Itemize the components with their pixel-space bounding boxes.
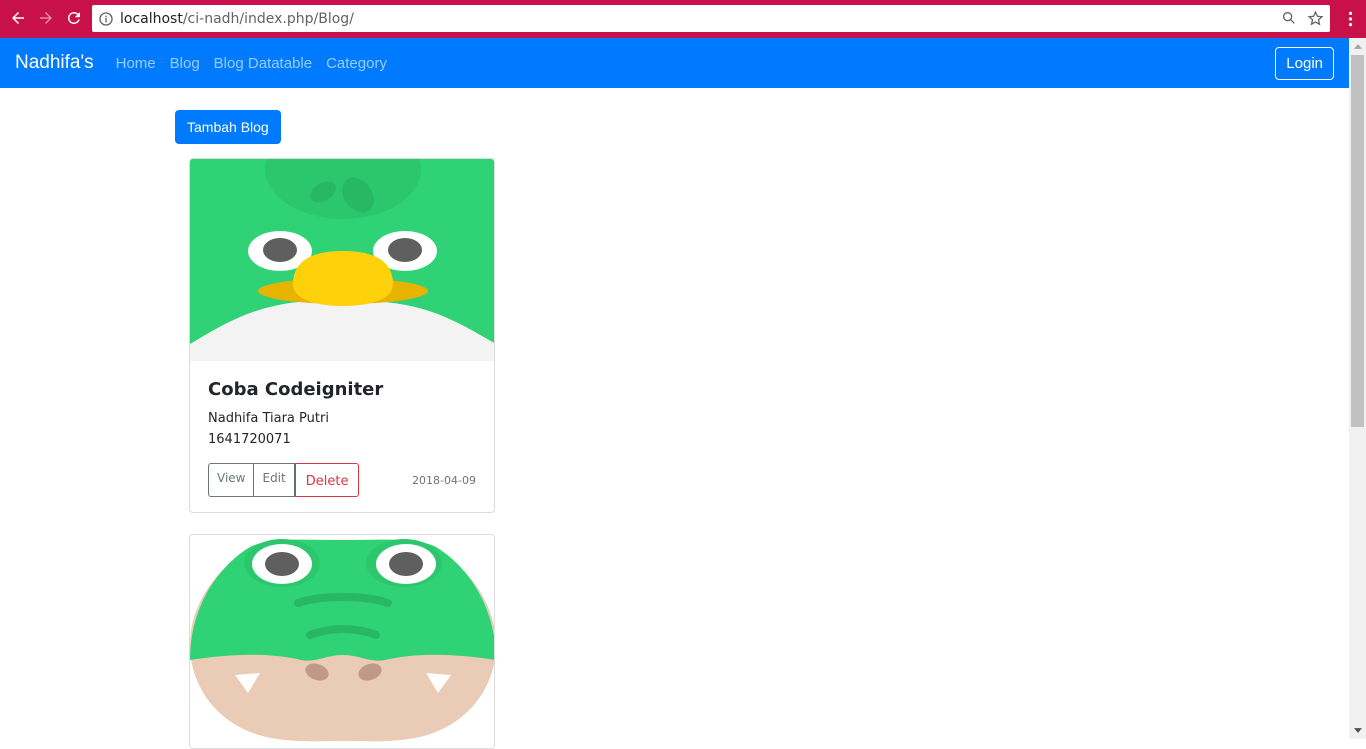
nav-link-home[interactable]: Home	[116, 55, 156, 72]
zoom-button[interactable]	[1280, 9, 1298, 27]
card-title: Coba Codeigniter	[208, 379, 384, 400]
nav-link-blog[interactable]: Blog	[170, 55, 200, 72]
card-nim: 1641720071	[208, 432, 291, 447]
browser-menu-button[interactable]	[1342, 9, 1358, 29]
reload-icon	[67, 11, 80, 24]
scroll-down-button[interactable]	[1349, 722, 1366, 739]
card-image-green-bird	[190, 159, 494, 361]
edit-button[interactable]: Edit	[254, 463, 295, 497]
arrow-right-icon	[40, 12, 52, 24]
forward-button[interactable]	[35, 7, 57, 29]
scroll-thumb[interactable]	[1351, 55, 1364, 427]
browser-toolbar: localhost/ci-nadh/index.php/Blog/	[0, 0, 1366, 38]
view-button[interactable]: View	[208, 463, 255, 497]
caret-down-icon	[1353, 728, 1362, 733]
address-bar[interactable]: localhost/ci-nadh/index.php/Blog/	[92, 5, 1330, 32]
nav-link-blog-datatable[interactable]: Blog Datatable	[214, 55, 312, 72]
nav-link-category[interactable]: Category	[326, 55, 387, 72]
card-image-green-crocodile	[190, 535, 494, 748]
card-author: Nadhifa Tiara Putri	[208, 411, 329, 426]
card-action-group: View Edit Delete	[208, 463, 360, 497]
site-navbar: Nadhifa's Home Blog Blog Datatable Categ…	[0, 38, 1349, 88]
page-scrollbar[interactable]	[1349, 38, 1366, 739]
login-button[interactable]: Login	[1275, 47, 1334, 80]
delete-button[interactable]: Delete	[294, 463, 360, 497]
info-icon[interactable]	[98, 11, 114, 27]
blog-card	[189, 534, 495, 749]
blog-card: Coba Codeigniter Nadhifa Tiara Putri 164…	[189, 158, 495, 513]
arrow-left-icon	[12, 12, 24, 24]
scroll-up-button[interactable]	[1349, 38, 1366, 55]
url-host: localhost	[120, 10, 183, 27]
more-vert-icon	[1348, 11, 1352, 27]
card-date: 2018-04-09	[412, 473, 476, 487]
search-icon	[1283, 11, 1295, 24]
url-path: /ci-nadh/index.php/Blog/	[182, 10, 354, 27]
url-text: localhost/ci-nadh/index.php/Blog/	[120, 11, 354, 27]
add-blog-button[interactable]: Tambah Blog	[175, 110, 281, 144]
navbar-brand[interactable]: Nadhifa's	[15, 52, 94, 74]
back-button[interactable]	[7, 7, 29, 29]
reload-button[interactable]	[63, 7, 85, 29]
caret-up-icon	[1353, 44, 1362, 49]
star-icon	[1307, 10, 1323, 26]
bookmark-button[interactable]	[1306, 9, 1324, 27]
